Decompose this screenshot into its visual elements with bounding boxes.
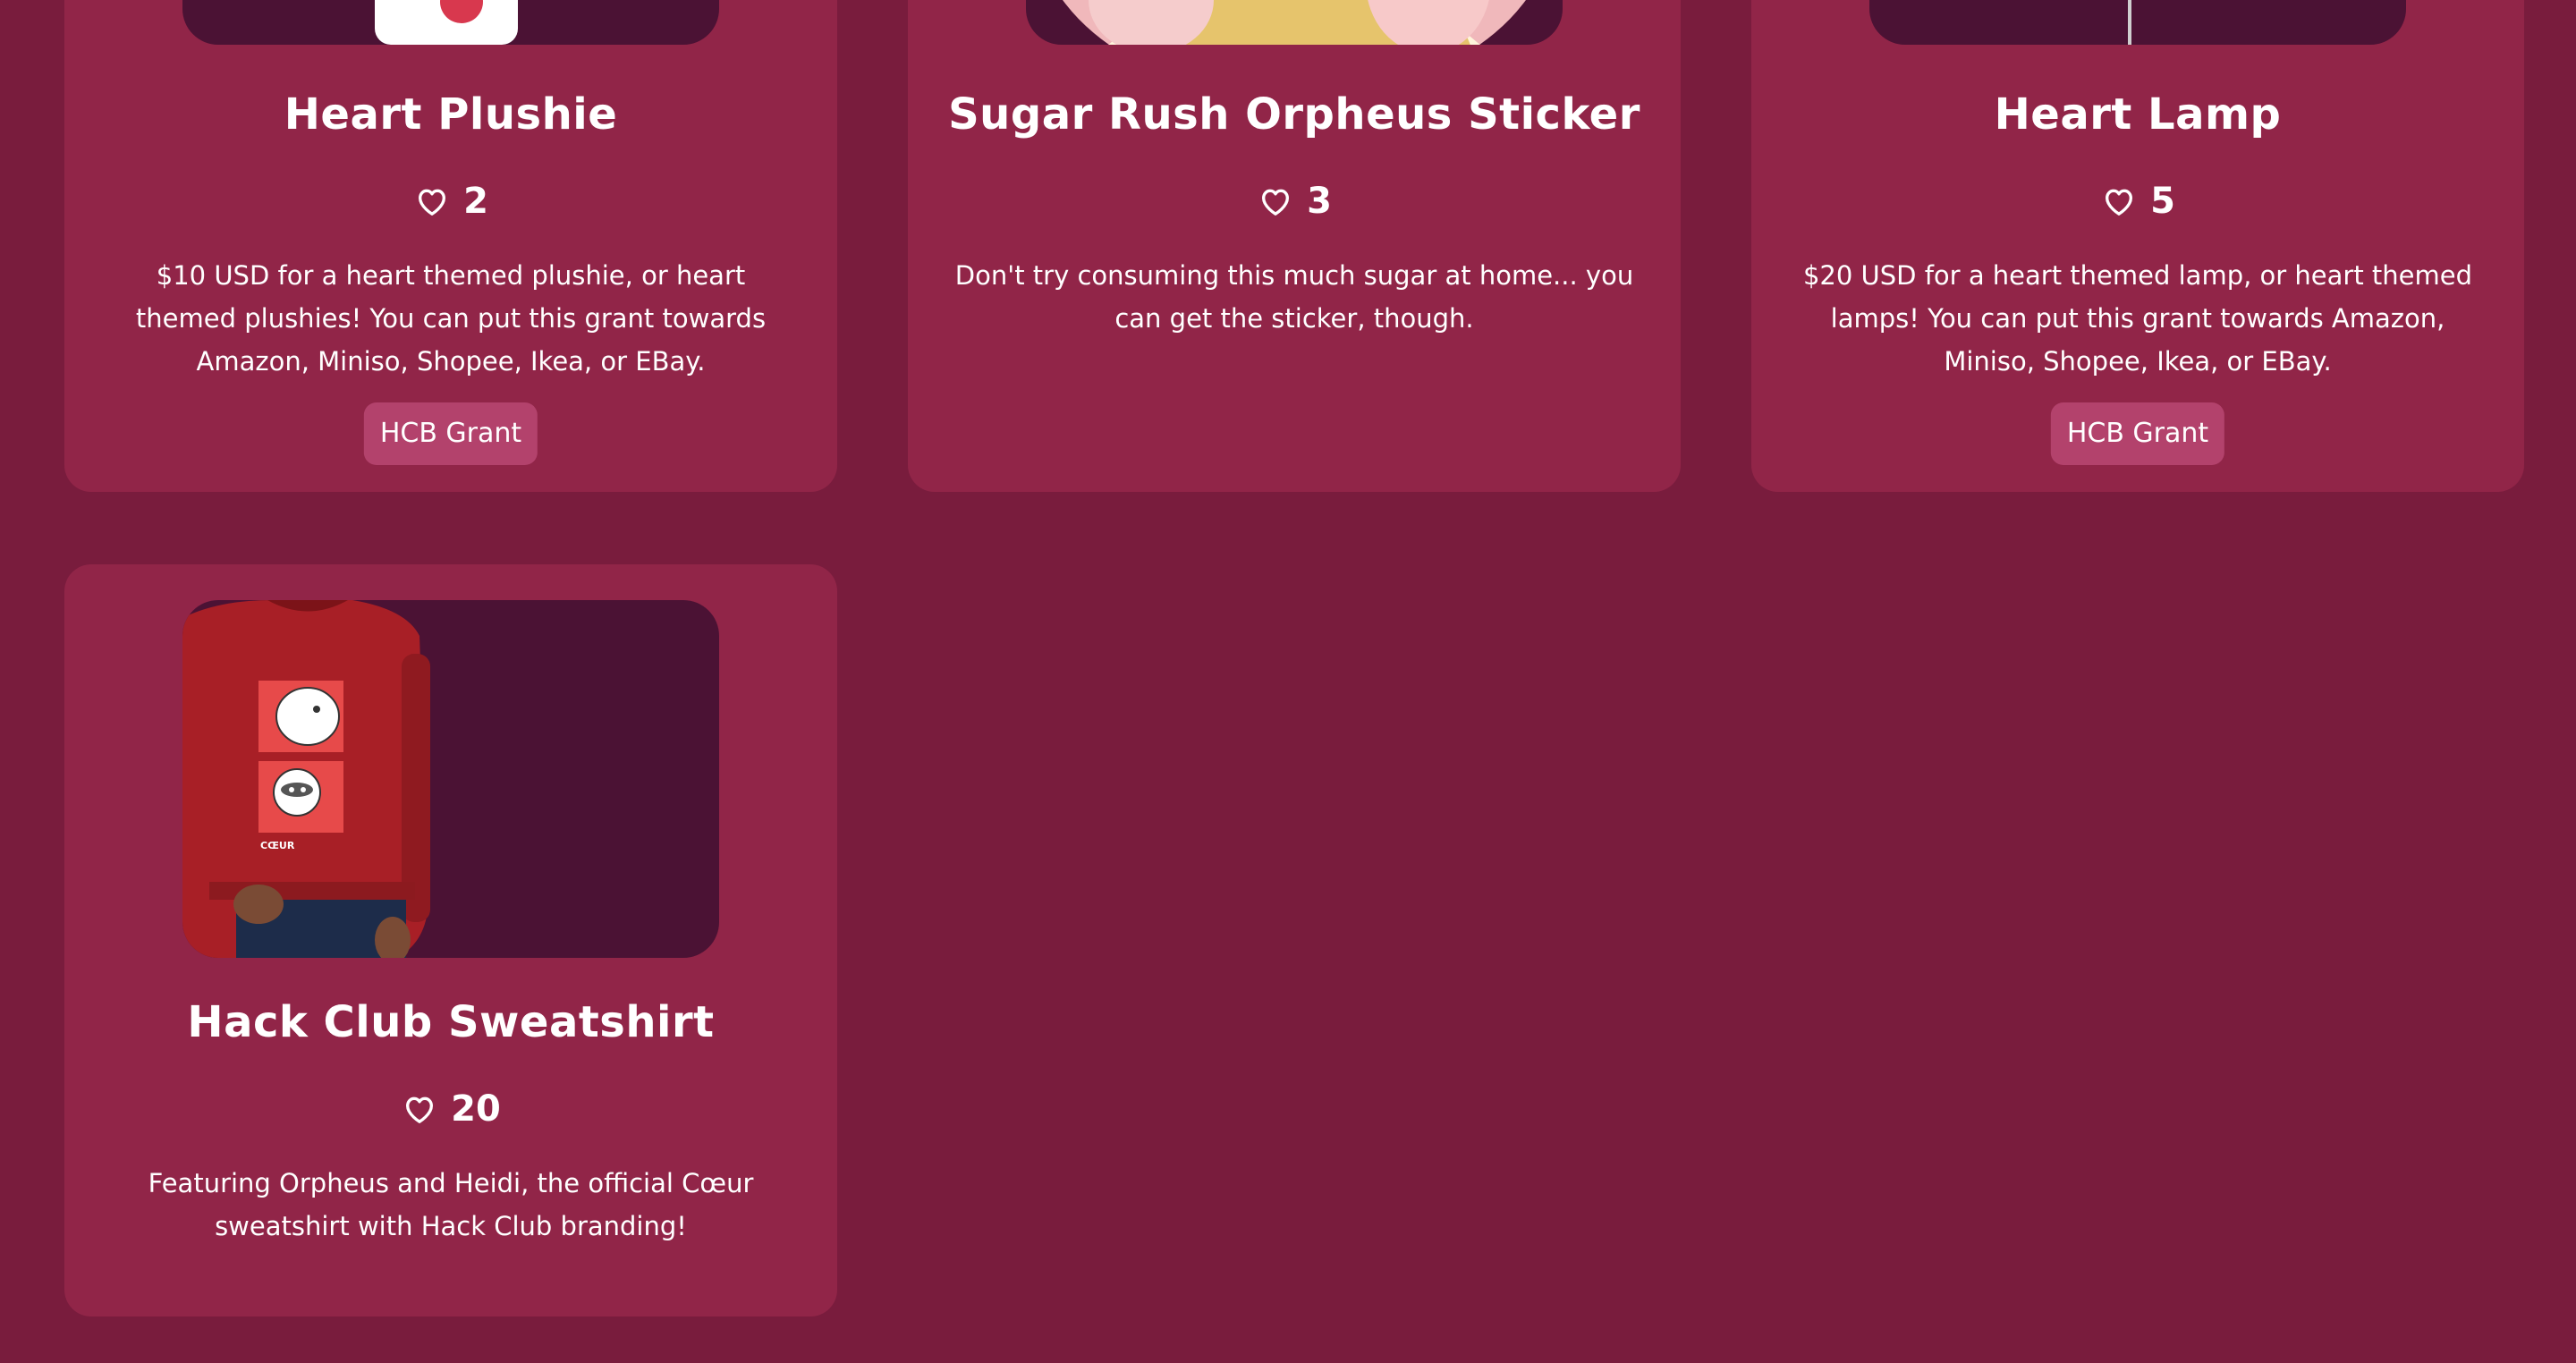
item-image [1869, 0, 2406, 45]
sweatshirt-print-text: CŒUR [260, 840, 295, 851]
item-likes[interactable]: 20 [64, 1088, 837, 1130]
shop-item-card[interactable]: CŒUR Hack Club Sweatshirt 20 Featuring O… [64, 564, 837, 1316]
item-likes[interactable]: 2 [64, 181, 837, 222]
item-description: Featuring Orpheus and Heidi, the officia… [148, 1168, 754, 1241]
item-title: Sugar Rush Orpheus Sticker [948, 89, 1640, 140]
item-title: Heart Lamp [1994, 89, 2282, 140]
item-image [182, 0, 719, 45]
item-description: $10 USD for a heart themed plushie, or h… [135, 260, 767, 377]
item-description: Don't try consuming this much sugar at h… [954, 260, 1634, 334]
item-image [1026, 0, 1563, 45]
like-count: 2 [463, 181, 488, 222]
heart-outline-icon[interactable] [1257, 183, 1294, 219]
heart-outline-icon[interactable] [413, 183, 451, 219]
item-likes[interactable]: 3 [908, 181, 1681, 222]
item-title: Heart Plushie [284, 89, 618, 140]
shop-item-card[interactable]: Heart Plushie 2 $10 USD for a heart them… [64, 0, 837, 492]
like-count: 5 [2150, 181, 2175, 222]
item-image: CŒUR [182, 600, 719, 958]
like-count: 20 [451, 1088, 501, 1130]
hcb-grant-badge: HCB Grant [2050, 402, 2225, 465]
heart-outline-icon[interactable] [2100, 183, 2138, 219]
like-count: 3 [1307, 181, 1332, 222]
heart-outline-icon[interactable] [401, 1091, 438, 1127]
item-description: $20 USD for a heart themed lamp, or hear… [1802, 260, 2473, 377]
item-likes[interactable]: 5 [1751, 181, 2524, 222]
item-title: Hack Club Sweatshirt [187, 997, 715, 1047]
shop-item-card[interactable]: Heart Lamp 5 $20 USD for a heart themed … [1751, 0, 2524, 492]
hcb-grant-badge: HCB Grant [363, 402, 538, 465]
shop-item-card[interactable]: Sugar Rush Orpheus Sticker 3 Don't try c… [908, 0, 1681, 492]
